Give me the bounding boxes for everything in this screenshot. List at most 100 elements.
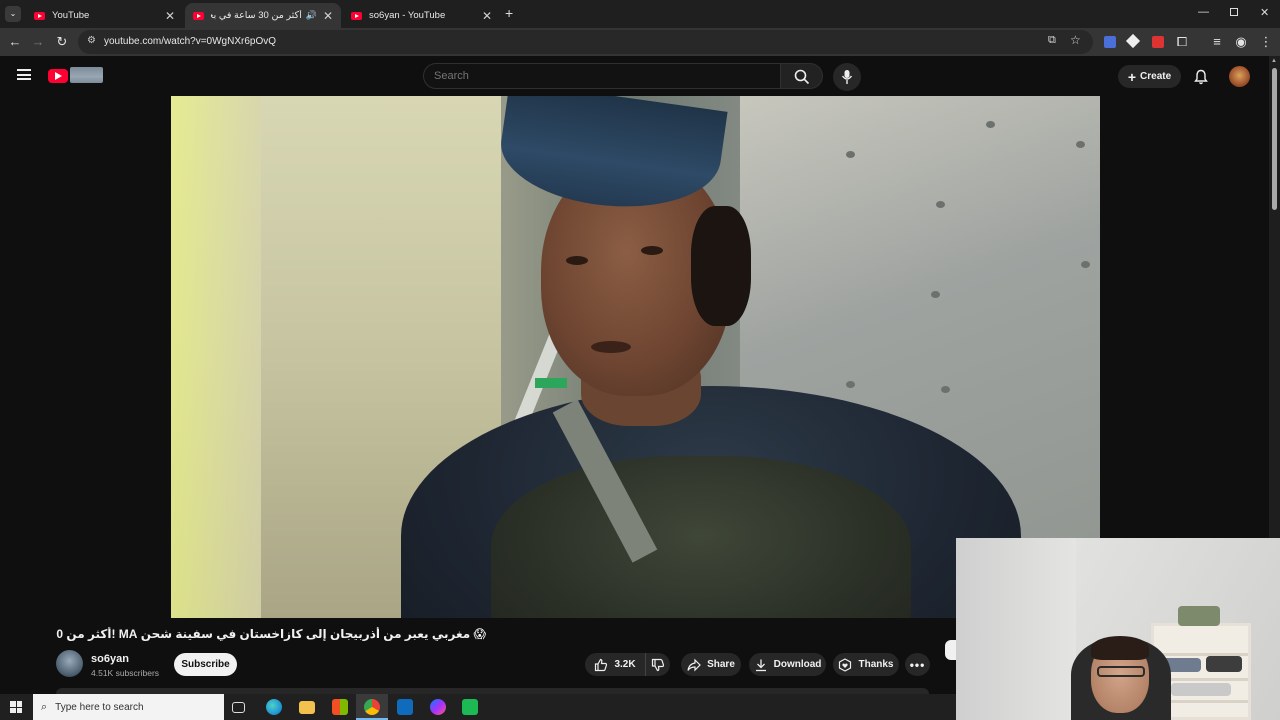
video-frame-rivet bbox=[846, 151, 855, 158]
bookmark-star-icon[interactable]: ☆ bbox=[1070, 33, 1081, 47]
cast-icon[interactable]: ⧉ bbox=[1048, 34, 1056, 47]
tab-youtube[interactable]: YouTube ✕ bbox=[26, 3, 183, 28]
chrome-taskbar-active[interactable] bbox=[356, 694, 388, 720]
search-icon bbox=[794, 69, 810, 85]
close-tab-icon[interactable]: ✕ bbox=[323, 9, 333, 23]
youtube-header: + Create bbox=[0, 56, 1280, 96]
share-icon bbox=[687, 658, 701, 671]
video-frame-green-rail bbox=[535, 378, 567, 388]
extension-diamond-icon[interactable] bbox=[1125, 33, 1141, 49]
more-horizontal-icon: ••• bbox=[909, 657, 926, 672]
new-tab-button[interactable]: + bbox=[505, 5, 513, 21]
youtube-doodle-logo[interactable] bbox=[70, 67, 103, 83]
thumbs-up-icon bbox=[595, 658, 608, 671]
browser-menu-icon[interactable]: ⋮ bbox=[1257, 33, 1275, 51]
close-tab-icon[interactable]: ✕ bbox=[482, 9, 492, 23]
file-explorer-icon[interactable] bbox=[299, 701, 315, 714]
windows-taskbar: ⌕ Type here to search bbox=[0, 694, 956, 720]
restore-icon[interactable] bbox=[1230, 8, 1238, 16]
share-button[interactable]: Share bbox=[681, 653, 741, 676]
video-frame-rivet bbox=[931, 291, 940, 298]
tab-title: YouTube bbox=[52, 10, 90, 21]
account-avatar[interactable] bbox=[1229, 66, 1250, 87]
like-button[interactable]: 3.2K bbox=[585, 653, 645, 676]
outlook-icon[interactable] bbox=[397, 699, 413, 715]
search-button[interactable] bbox=[781, 63, 823, 89]
search-icon: ⌕ bbox=[41, 700, 48, 713]
address-bar[interactable]: ⚙ youtube.com/watch?v=0WgNXr6pOvQ ⧉ ☆ bbox=[78, 30, 1093, 54]
video-frame-rivet bbox=[846, 381, 855, 388]
webcam-overlay bbox=[956, 538, 1280, 720]
scrollbar-thumb[interactable] bbox=[1272, 68, 1277, 210]
webcam-wall-shadow bbox=[956, 538, 1076, 720]
task-view-icon[interactable] bbox=[232, 702, 245, 713]
thumbs-down-icon bbox=[651, 658, 665, 671]
app-green-icon[interactable] bbox=[462, 699, 478, 715]
dislike-button[interactable] bbox=[645, 653, 670, 676]
video-frame-light bbox=[171, 96, 261, 618]
subscribe-button[interactable]: Subscribe bbox=[174, 653, 237, 676]
tab-title: أكثر من 30 ساعة في بحر قزو bbox=[211, 10, 302, 21]
create-button[interactable]: + Create bbox=[1118, 65, 1181, 88]
notifications-bell-icon[interactable] bbox=[1193, 69, 1209, 85]
video-frame-rivet bbox=[936, 201, 945, 208]
thanks-button[interactable]: Thanks bbox=[833, 653, 899, 676]
channel-avatar[interactable] bbox=[56, 650, 83, 677]
plus-icon: + bbox=[1127, 68, 1137, 85]
voice-search-button[interactable] bbox=[833, 63, 861, 91]
video-frame-hair bbox=[691, 206, 751, 326]
webcam-person-hair bbox=[1091, 636, 1149, 660]
edge-icon[interactable] bbox=[266, 699, 282, 715]
video-frame-rivet bbox=[1081, 261, 1090, 268]
side-panel-edge bbox=[945, 640, 956, 660]
speaker-icon[interactable]: 🔊 bbox=[306, 10, 317, 21]
like-count: 3.2K bbox=[614, 659, 636, 670]
tab-title: so6yan - YouTube bbox=[369, 10, 446, 21]
tab-channel[interactable]: so6yan - YouTube ✕ bbox=[343, 3, 500, 28]
create-label: Create bbox=[1140, 71, 1172, 82]
windows-start-icon[interactable] bbox=[10, 701, 22, 713]
share-label: Share bbox=[707, 659, 735, 670]
extension-red-icon[interactable] bbox=[1152, 36, 1164, 48]
store-icon[interactable] bbox=[332, 699, 348, 715]
close-tab-icon[interactable]: ✕ bbox=[165, 9, 175, 23]
thanks-label: Thanks bbox=[858, 659, 894, 670]
browser-toolbar: ← → ↻ ⚙ youtube.com/watch?v=0WgNXr6pOvQ … bbox=[0, 28, 1280, 56]
extensions-puzzle-icon[interactable]: ⧠ bbox=[1173, 33, 1191, 51]
back-icon[interactable]: ← bbox=[6, 33, 24, 51]
webcam-plant bbox=[1178, 606, 1220, 626]
tab-video[interactable]: أكثر من 30 ساعة في بحر قزو 🔊 ✕ bbox=[185, 3, 341, 28]
minimize-icon[interactable]: — bbox=[1198, 6, 1209, 18]
youtube-favicon-icon bbox=[351, 11, 362, 20]
download-button[interactable]: Download bbox=[749, 653, 826, 676]
chrome-icon bbox=[364, 699, 380, 715]
video-title: 😱 مغربي يعبر من أذربيجان إلى كازاخستان ف… bbox=[56, 627, 486, 641]
youtube-logo[interactable] bbox=[48, 69, 68, 83]
subscriber-count: 4.51K subscribers bbox=[91, 668, 160, 678]
video-frame-rivet bbox=[986, 121, 995, 128]
reload-icon[interactable]: ↻ bbox=[53, 33, 71, 51]
more-actions-button[interactable]: ••• bbox=[905, 653, 930, 676]
webcam-clothes bbox=[1171, 683, 1231, 696]
taskbar-search[interactable]: ⌕ Type here to search bbox=[33, 694, 224, 720]
video-frame-rivet bbox=[1076, 141, 1085, 148]
translate-extension-icon[interactable] bbox=[1104, 36, 1116, 48]
scroll-up-arrow-icon[interactable]: ▲ bbox=[1271, 58, 1277, 64]
download-label: Download bbox=[773, 659, 822, 670]
search-input[interactable] bbox=[434, 70, 754, 82]
video-frame-eye bbox=[566, 256, 588, 265]
profile-icon[interactable]: ◉ bbox=[1232, 33, 1250, 51]
video-frame-backpack bbox=[491, 456, 911, 618]
site-info-icon[interactable]: ⚙ bbox=[87, 35, 96, 46]
thanks-heart-icon bbox=[839, 657, 852, 672]
reading-list-icon[interactable]: ≡ bbox=[1208, 33, 1226, 51]
taskbar-search-placeholder: Type here to search bbox=[55, 701, 144, 713]
channel-name[interactable]: so6yan bbox=[91, 653, 129, 665]
messenger-icon[interactable] bbox=[430, 699, 446, 715]
close-window-icon[interactable]: ✕ bbox=[1260, 6, 1269, 19]
hamburger-menu-icon[interactable] bbox=[17, 69, 31, 80]
search-box[interactable] bbox=[423, 63, 781, 89]
tab-list-button[interactable]: ⌄ bbox=[5, 6, 21, 22]
forward-icon[interactable]: → bbox=[29, 33, 47, 51]
video-frame-mouth bbox=[591, 341, 631, 353]
